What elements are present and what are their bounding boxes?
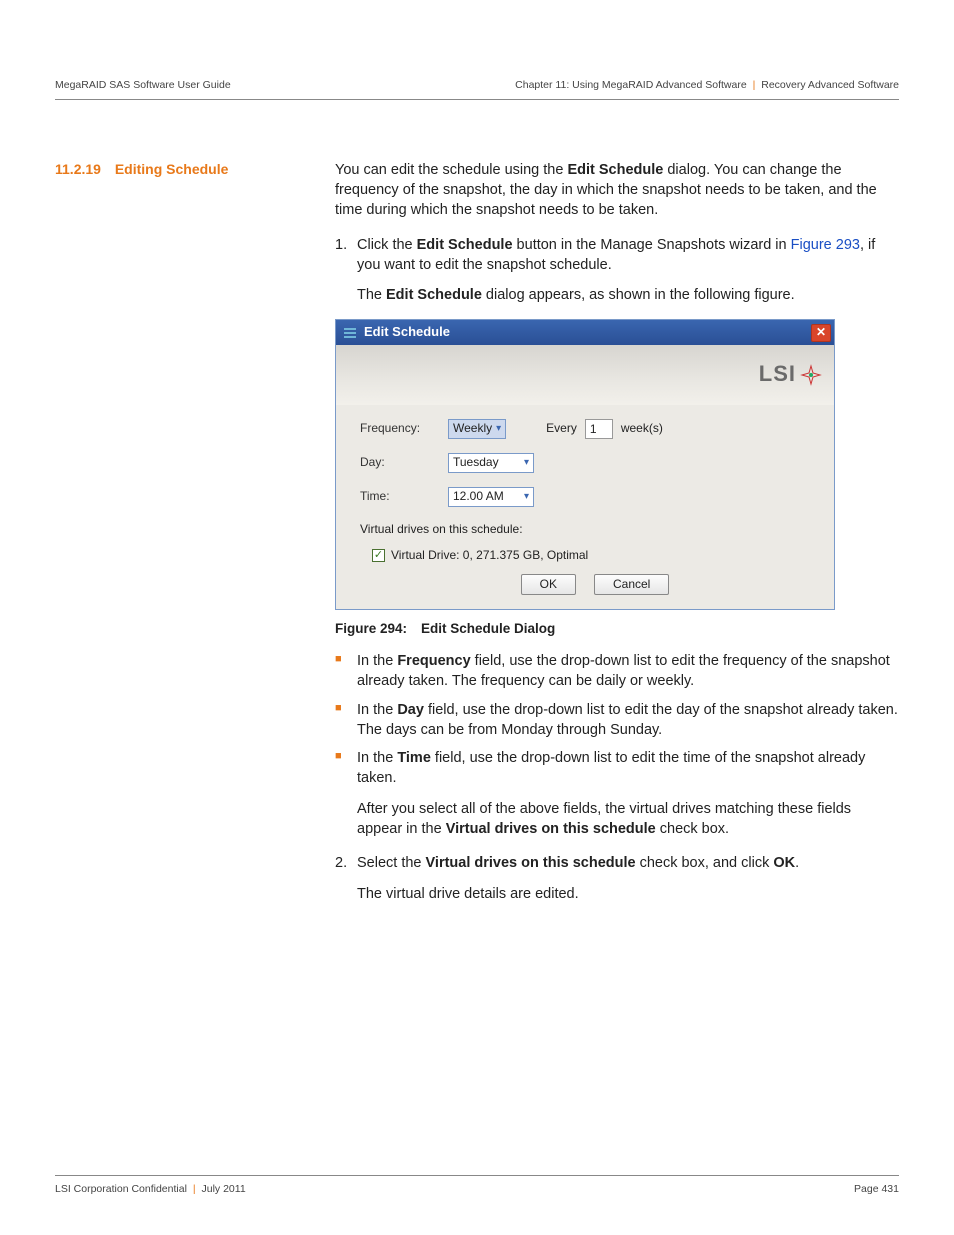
- close-icon[interactable]: ✕: [811, 324, 831, 342]
- step-2-sub: The virtual drive details are edited.: [357, 884, 899, 904]
- lsi-mark-icon: [800, 364, 822, 386]
- step-2: 2. Select the Virtual drives on this sch…: [335, 853, 899, 873]
- step-1-sub: The Edit Schedule dialog appears, as sho…: [357, 285, 899, 305]
- divider-icon: |: [193, 1183, 196, 1195]
- day-row: Day: Tuesday ▾: [360, 453, 810, 473]
- header-left: MegaRAID SAS Software User Guide: [55, 78, 231, 93]
- figure-link[interactable]: Figure 293: [791, 237, 860, 253]
- header-right: Chapter 11: Using MegaRAID Advanced Soft…: [515, 78, 899, 93]
- step-1: 1. Click the Edit Schedule button in the…: [335, 235, 899, 276]
- bullet-icon: ■: [335, 700, 357, 741]
- dialog-banner: LSI: [336, 345, 834, 405]
- time-row: Time: 12.00 AM ▾: [360, 487, 810, 507]
- vd-item-row: ✓ Virtual Drive: 0, 271.375 GB, Optimal: [372, 547, 810, 564]
- page-footer: LSI Corporation Confidential | July 2011…: [55, 1175, 899, 1197]
- time-select[interactable]: 12.00 AM ▾: [448, 487, 534, 507]
- edit-schedule-dialog: Edit Schedule ✕ LSI: [335, 319, 835, 610]
- cancel-button[interactable]: Cancel: [594, 574, 669, 595]
- vd-heading: Virtual drives on this schedule:: [360, 521, 810, 538]
- chevron-down-icon: ▾: [524, 456, 529, 470]
- frequency-row: Frequency: Weekly ▾ Every 1 week(s): [360, 419, 810, 439]
- dialog-titlebar: Edit Schedule ✕: [336, 320, 834, 344]
- bullet-time: ■ In the Time field, use the drop-down l…: [335, 748, 899, 789]
- chevron-down-icon: ▾: [524, 490, 529, 504]
- day-select[interactable]: Tuesday ▾: [448, 453, 534, 473]
- header-rule: [55, 99, 899, 100]
- page-header: MegaRAID SAS Software User Guide Chapter…: [55, 78, 899, 93]
- bullet-icon: ■: [335, 748, 357, 789]
- chevron-down-icon: ▾: [496, 422, 501, 436]
- vd-checkbox[interactable]: ✓: [372, 549, 385, 562]
- divider-icon: |: [753, 79, 756, 91]
- after-bullets-note: After you select all of the above fields…: [357, 799, 899, 840]
- every-input[interactable]: 1: [585, 419, 613, 439]
- bullet-day: ■ In the Day field, use the drop-down li…: [335, 700, 899, 741]
- bullet-frequency: ■ In the Frequency field, use the drop-d…: [335, 651, 899, 692]
- app-icon: [342, 325, 358, 341]
- figure-caption: Figure 294:Edit Schedule Dialog: [335, 620, 899, 639]
- intro-paragraph: You can edit the schedule using the Edit…: [335, 160, 899, 221]
- frequency-select[interactable]: Weekly ▾: [448, 419, 506, 439]
- lsi-logo: LSI: [759, 359, 822, 390]
- section-heading: 11.2.19 Editing Schedule: [55, 160, 335, 180]
- figure-294: Edit Schedule ✕ LSI: [335, 319, 899, 638]
- bullet-icon: ■: [335, 651, 357, 692]
- ok-button[interactable]: OK: [521, 574, 576, 595]
